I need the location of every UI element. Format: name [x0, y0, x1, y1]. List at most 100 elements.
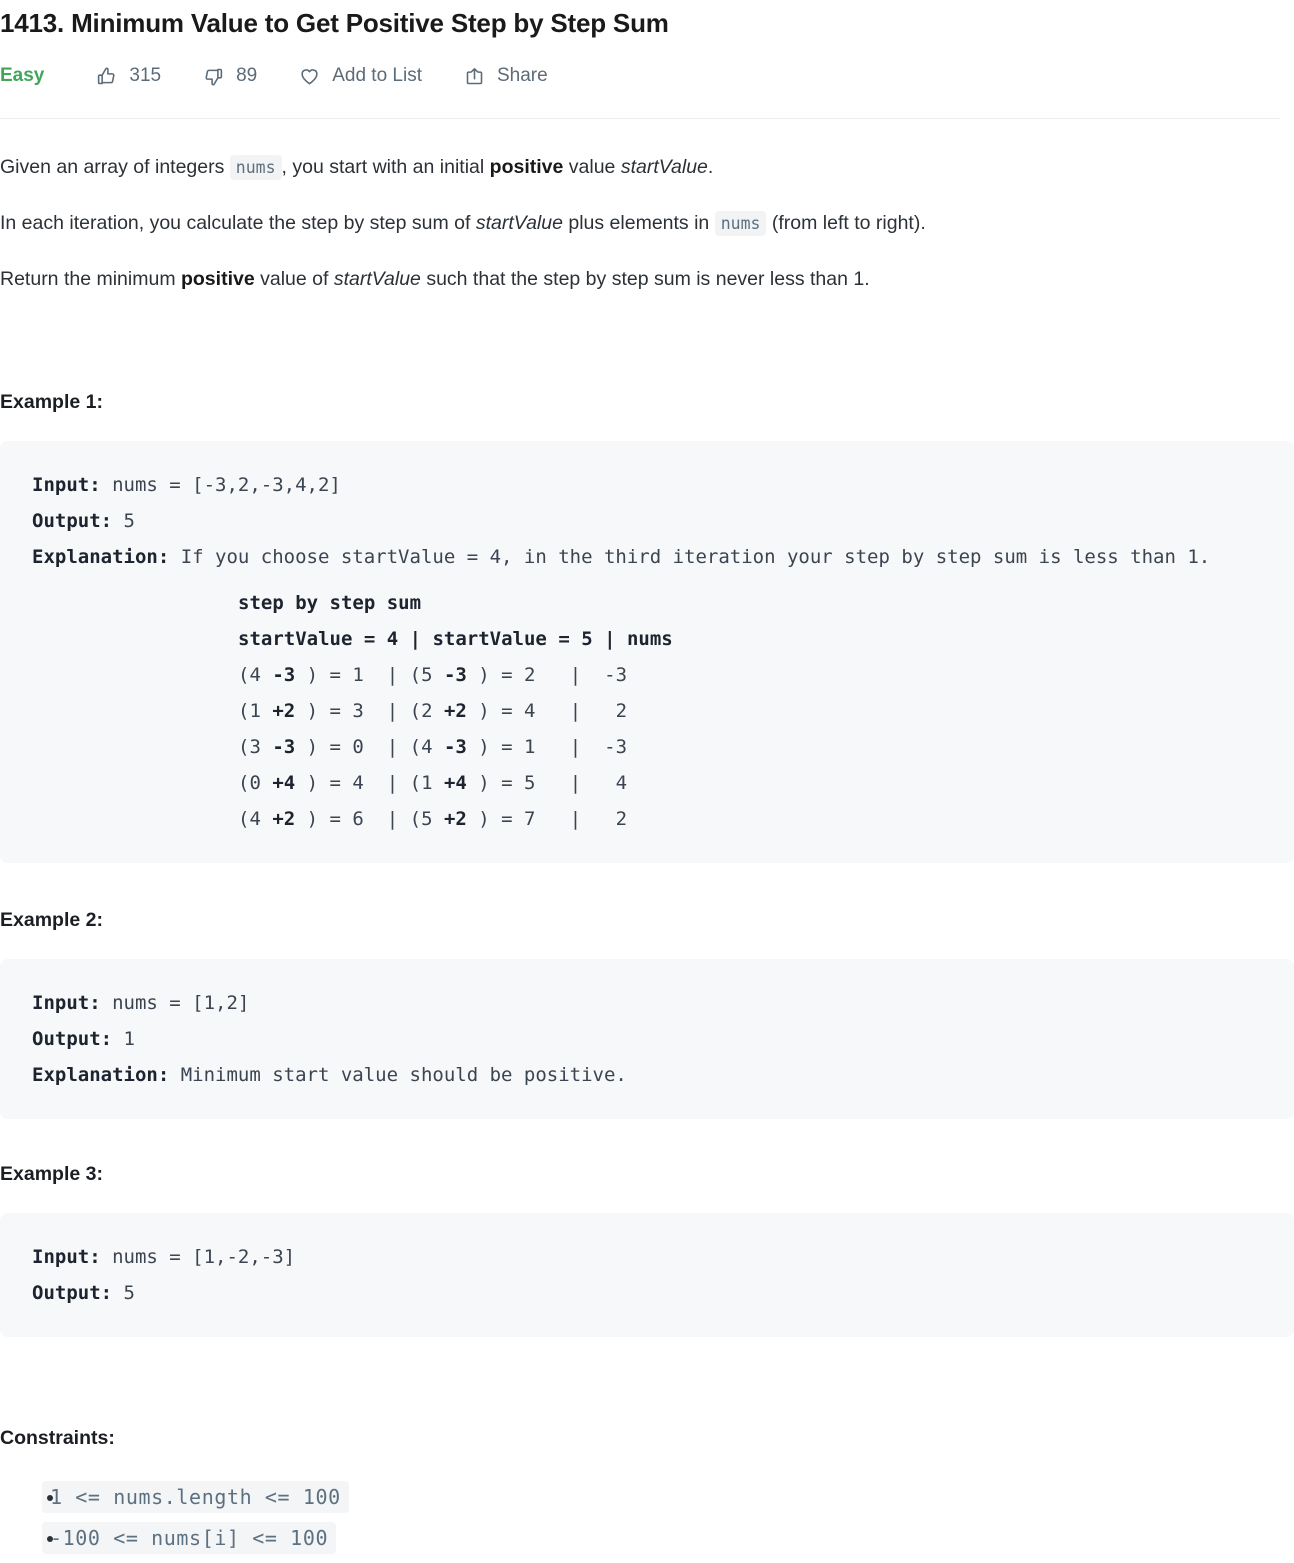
table-cell-col2-pre: (1: [409, 772, 444, 794]
table-cell-col1-post: ) = 6: [295, 808, 364, 830]
constraint-code: -100 <= nums[i] <= 100: [42, 1522, 337, 1554]
example-1-explanation-label: Explanation:: [32, 546, 170, 568]
example-2-output-label: Output:: [32, 1028, 113, 1050]
table-cell-col3: -3: [604, 664, 628, 686]
table-cell-col1-pre: (1: [238, 700, 273, 722]
add-to-list-label: Add to List: [332, 65, 422, 86]
description-paragraph-3: Return the minimum positive value of sta…: [0, 265, 1294, 293]
problem-meta-row: Easy 315 89 Add to List Share: [0, 56, 1294, 96]
constraints-list: 1 <= nums.length <= 100 -100 <= nums[i] <…: [0, 1481, 1294, 1557]
table-cell-col2-pre: (5: [409, 664, 444, 686]
desc-p1-text-a: Given an array of integers: [0, 156, 225, 178]
example-3-input-line: Input: nums = [1,-2,-3]: [32, 1239, 1262, 1275]
desc-p3-text-c: such that the step by step sum is never …: [426, 268, 870, 290]
table-cell-col1-post: ) = 4: [295, 772, 364, 794]
example-3-output-value: 5: [112, 1282, 135, 1304]
problem-page: 1413. Minimum Value to Get Positive Step…: [0, 6, 1294, 1557]
desc-p1-text-d: .: [707, 156, 714, 178]
desc-p3-italic: startValue: [333, 268, 421, 290]
table-rows-container: (4 -3 ) = 1 | (5 -3 ) = 2 | -3 (1 +2 ) = …: [238, 657, 1262, 837]
desc-p2-italic: startValue: [475, 212, 563, 234]
example-2-input-value: nums = [1,2]: [100, 992, 250, 1014]
table-cell-sep2: |: [535, 664, 605, 686]
difficulty-badge: Easy: [0, 65, 45, 86]
page-title: 1413. Minimum Value to Get Positive Step…: [0, 8, 669, 38]
desc-p3-text-b: value of: [260, 268, 329, 290]
example-2-output-value: 1: [112, 1028, 135, 1050]
like-button[interactable]: 315: [96, 64, 161, 88]
table-header-col1: startValue = 4: [238, 628, 399, 650]
like-count: 315: [129, 65, 162, 86]
dislike-button[interactable]: 89: [203, 64, 257, 88]
description-paragraph-1: Given an array of integers nums, you sta…: [0, 153, 1294, 182]
table-cell-sep1: |: [363, 772, 410, 794]
table-header-line: startValue = 4 | startValue = 5 | nums: [238, 621, 1262, 657]
example-1-output-line: Output: 5: [32, 503, 1262, 539]
table-cell-sep2: |: [535, 772, 616, 794]
example-2-input-label: Input:: [32, 992, 101, 1014]
example-1-output-value: 5: [112, 510, 135, 532]
desc-p1-italic: startValue: [620, 156, 708, 178]
example-1-explanation-line: Explanation: If you choose startValue = …: [32, 539, 1262, 575]
table-cell-col1-delta: +4: [272, 772, 296, 794]
table-cell-col2-post: ) = 2: [466, 664, 536, 686]
table-cell-col2-delta: -3: [443, 664, 467, 686]
table-row: (0 +4 ) = 4 | (1 +4 ) = 5 | 4: [238, 765, 1262, 801]
table-cell-col2-pre: (4: [409, 736, 444, 758]
table-cell-col2-delta: +4: [443, 772, 467, 794]
table-cell-col1-delta: -3: [272, 736, 296, 758]
table-row: (1 +2 ) = 3 | (2 +2 ) = 4 | 2: [238, 693, 1262, 729]
example-3-heading: Example 3:: [0, 1163, 103, 1185]
inline-code-nums: nums: [229, 155, 282, 180]
table-cell-col1-post: ) = 3: [295, 700, 364, 722]
table-cell-col3: -3: [604, 736, 628, 758]
example-2-explanation-line: Explanation: Minimum start value should …: [32, 1057, 1262, 1093]
table-cell-sep1: |: [363, 736, 410, 758]
dislike-count: 89: [236, 65, 258, 86]
table-header-col3: nums: [626, 628, 673, 650]
table-cell-col1-post: ) = 0: [295, 736, 364, 758]
table-cell-col1-pre: (3: [238, 736, 273, 758]
table-cell-col2-post: ) = 1: [466, 736, 536, 758]
thumbs-down-icon: [203, 66, 224, 87]
example-3-output-label: Output:: [32, 1282, 113, 1304]
table-cell-sep1: |: [363, 700, 410, 722]
table-cell-col2-pre: (5: [409, 808, 444, 830]
constraints-heading: Constraints:: [0, 1427, 115, 1449]
table-cell-col2-post: ) = 4: [466, 700, 536, 722]
constraint-code: 1 <= nums.length <= 100: [42, 1481, 349, 1513]
share-button[interactable]: Share: [464, 64, 548, 88]
desc-p2-text-b: plus elements in: [568, 212, 710, 234]
table-cell-col1-delta: +2: [272, 700, 296, 722]
table-header-col2: startValue = 5: [432, 628, 593, 650]
table-cell-col1-pre: (0: [238, 772, 273, 794]
constraint-item: 1 <= nums.length <= 100: [42, 1481, 1294, 1516]
example-3-output-line: Output: 5: [32, 1275, 1262, 1311]
table-caption-line: step by step sum: [238, 585, 1262, 621]
table-cell-sep1: |: [363, 808, 410, 830]
example-1-table: step by step sum startValue = 4 | startVa…: [32, 585, 1262, 837]
desc-p1-text-b: , you start with an initial: [281, 156, 485, 178]
table-cell-col1-pre: (4: [238, 664, 273, 686]
example-1-codeblock: Input: nums = [-3,2,-3,4,2] Output: 5 Expl…: [0, 441, 1294, 863]
add-to-list-button[interactable]: Add to List: [299, 64, 422, 88]
constraint-item: -100 <= nums[i] <= 100: [42, 1522, 1294, 1557]
example-2-input-line: Input: nums = [1,2]: [32, 985, 1262, 1021]
example-2-codeblock: Input: nums = [1,2] Output: 1 Explanation:…: [0, 959, 1294, 1119]
table-cell-col2-pre: (2: [409, 700, 444, 722]
desc-p3-text-a: Return the minimum: [0, 268, 176, 290]
desc-p1-text-c: value: [568, 156, 616, 178]
example-2-output-line: Output: 1: [32, 1021, 1262, 1057]
table-cell-col1-pre: (4: [238, 808, 273, 830]
table-cell-sep2: |: [535, 700, 616, 722]
desc-p2-text-c: (from left to right).: [771, 212, 926, 234]
table-cell-col3: 2: [615, 808, 628, 830]
example-3-input-value: nums = [1,-2,-3]: [100, 1246, 296, 1268]
example-3-input-label: Input:: [32, 1246, 101, 1268]
table-header-sep1: |: [398, 628, 433, 650]
table-row: (3 -3 ) = 0 | (4 -3 ) = 1 | -3: [238, 729, 1262, 765]
table-caption: step by step sum: [238, 592, 422, 614]
desc-p1-bold: positive: [489, 156, 564, 178]
table-cell-col1-delta: -3: [272, 664, 296, 686]
heart-icon: [299, 66, 320, 87]
